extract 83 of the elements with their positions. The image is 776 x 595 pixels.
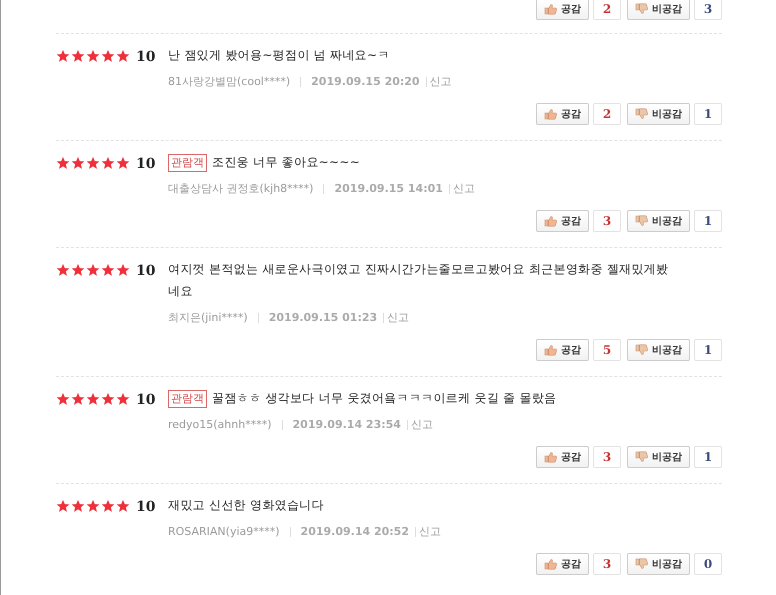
like-count: 2 <box>593 103 621 125</box>
rating-score: 10 <box>136 263 156 279</box>
review-text: 여지껏 본적없는 새로운사극이였고 진짜시간가는줄모르고봤어요 최근본영화중 젤재밌게봤네요 <box>168 261 670 300</box>
like-count: 3 <box>593 446 621 468</box>
like-count: 3 <box>593 553 621 575</box>
star-icon <box>86 49 100 63</box>
thumbs-up-icon <box>544 3 557 15</box>
like-button[interactable]: 공감 <box>536 210 589 232</box>
thumbs-up-icon <box>544 344 557 356</box>
dislike-button[interactable]: 비공감 <box>627 446 690 468</box>
star-icon <box>56 263 70 277</box>
review-date: 2019.09.15 01:23 <box>268 311 378 324</box>
thumbs-down-icon <box>635 108 648 120</box>
star-icon <box>86 263 100 277</box>
star-icon <box>71 49 85 63</box>
dislike-count: 1 <box>694 210 722 232</box>
author-name: 대출상담사 권정호(kjh8****) <box>168 181 314 196</box>
like-count: 5 <box>593 339 621 361</box>
viewer-badge: 관람객 <box>168 390 207 408</box>
thumbs-up-icon <box>544 558 557 570</box>
star-icon <box>101 156 115 170</box>
star-icon <box>116 499 130 513</box>
like-button[interactable]: 공감 <box>536 103 589 125</box>
dislike-button[interactable]: 비공감 <box>627 339 690 361</box>
dislike-button[interactable]: 비공감 <box>627 103 690 125</box>
star-icon <box>56 49 70 63</box>
author-name: 81사랑강별맘(cool****) <box>168 74 290 89</box>
review-text: 재밌고 신선한 영화였습니다 <box>168 497 324 514</box>
star-icon <box>116 263 130 277</box>
review-date: 2019.09.15 20:20 <box>311 75 420 88</box>
star-icon <box>116 392 130 406</box>
dislike-button[interactable]: 비공감 <box>627 0 690 20</box>
thumbs-down-icon <box>635 451 648 463</box>
review-text: 꿀잼ㅎㅎ 생각보다 너무 웃겼어욬ㅋㅋㅋ이르케 웃길 줄 몰랐음 <box>212 390 556 407</box>
dislike-button[interactable]: 비공감 <box>627 553 690 575</box>
star-icon <box>71 156 85 170</box>
star-icon <box>101 392 115 406</box>
dislike-count: 0 <box>694 553 722 575</box>
star-icon <box>101 499 115 513</box>
star-icon <box>56 392 70 406</box>
star-icon <box>86 499 100 513</box>
rating-score: 10 <box>136 156 156 172</box>
like-button[interactable]: 공감 <box>536 0 589 20</box>
review-text: 난 잼있게 봤어용~평점이 넘 짜네요~ㅋ <box>168 47 390 64</box>
author-name: ROSARIAN(yia9****) <box>168 525 280 538</box>
like-button[interactable]: 공감 <box>536 553 589 575</box>
thumbs-up-icon <box>544 215 557 227</box>
star-icon <box>71 263 85 277</box>
review-date: 2019.09.15 14:01 <box>334 182 443 195</box>
like-button[interactable]: 공감 <box>536 446 589 468</box>
review-date: 2019.09.14 20:52 <box>300 525 409 538</box>
dislike-count: 1 <box>694 339 722 361</box>
thumbs-up-icon <box>544 108 557 120</box>
star-icon <box>116 156 130 170</box>
author-name: 최지은(jini****) <box>168 310 248 325</box>
star-icon <box>86 392 100 406</box>
review-text: 조진웅 너무 좋아요~~~~ <box>212 154 360 171</box>
star-icon <box>86 156 100 170</box>
star-icon <box>56 499 70 513</box>
like-count: 2 <box>593 0 621 20</box>
thumbs-down-icon <box>635 344 648 356</box>
star-icon <box>71 499 85 513</box>
star-icon <box>71 392 85 406</box>
like-count: 3 <box>593 210 621 232</box>
thumbs-down-icon <box>635 3 648 15</box>
author-name: redyo15(ahnh****) <box>168 418 272 431</box>
rating-score: 10 <box>136 392 156 408</box>
thumbs-down-icon <box>635 558 648 570</box>
like-button[interactable]: 공감 <box>536 339 589 361</box>
star-icon <box>56 156 70 170</box>
rating-score: 10 <box>136 499 156 515</box>
dislike-count: 1 <box>694 446 722 468</box>
dislike-count: 3 <box>694 0 722 20</box>
rating-score: 10 <box>136 49 156 65</box>
thumbs-up-icon <box>544 451 557 463</box>
viewer-badge: 관람객 <box>168 154 207 172</box>
thumbs-down-icon <box>635 215 648 227</box>
star-icon <box>116 49 130 63</box>
star-icon <box>101 49 115 63</box>
dislike-button[interactable]: 비공감 <box>627 210 690 232</box>
dislike-count: 1 <box>694 103 722 125</box>
star-icon <box>101 263 115 277</box>
review-date: 2019.09.14 23:54 <box>292 418 401 431</box>
